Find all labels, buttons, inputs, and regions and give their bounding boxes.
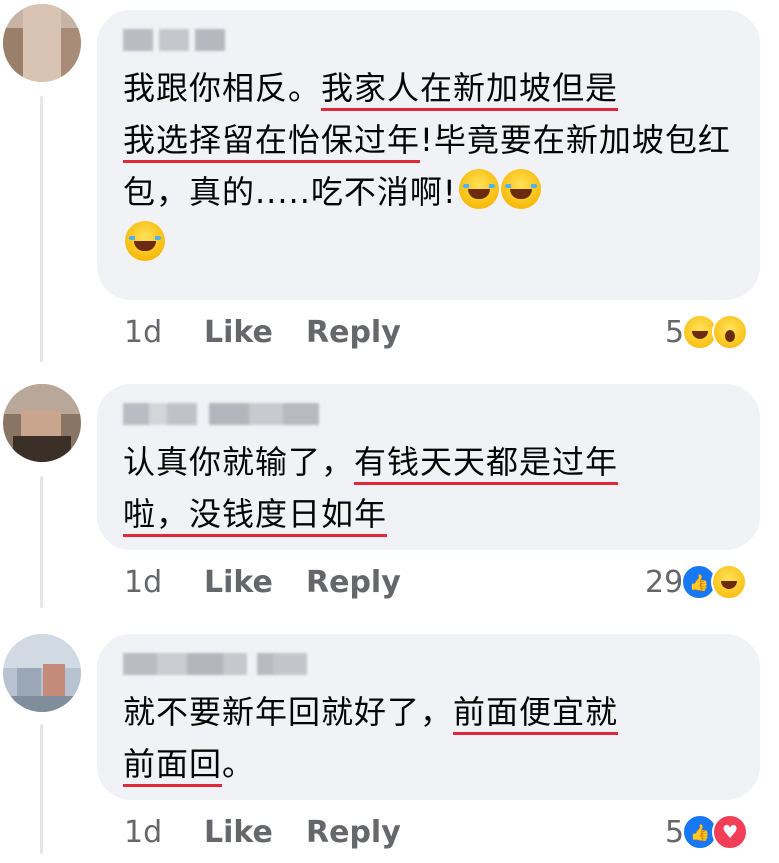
highlighted-text: 前面回 — [123, 745, 223, 783]
thread-line — [40, 724, 43, 854]
commenter-name-blurred[interactable] — [123, 652, 736, 676]
tears-of-joy-emoji — [500, 169, 541, 209]
comment-text-plain: 认真你就输了， — [123, 443, 355, 481]
commenter-name-blurred[interactable] — [123, 28, 736, 52]
avatar[interactable] — [3, 634, 81, 712]
like-button[interactable]: Like — [204, 815, 306, 850]
reaction-summary[interactable]: 29 👍 — [645, 560, 748, 604]
avatar[interactable] — [3, 4, 81, 82]
comment-text-plain: 我跟你相反。 — [123, 69, 322, 107]
like-button[interactable]: Like — [204, 565, 306, 600]
comment-age[interactable]: 1d — [124, 815, 204, 850]
reaction-summary[interactable]: 5 — [665, 310, 749, 354]
like-button[interactable]: Like — [204, 315, 306, 350]
love-reaction-icon: ♥ — [712, 814, 749, 850]
comment-text-plain: 就不要新年回就好了， — [123, 693, 454, 731]
commenter-name-blurred[interactable] — [123, 402, 736, 426]
highlighted-text: 我选择留在怡保过年 — [123, 121, 421, 159]
comment-actions: 1d Like Reply — [124, 810, 401, 854]
tears-of-joy-emoji — [458, 169, 499, 209]
comment-actions: 1d Like Reply — [124, 310, 401, 354]
comment-text-end: 。 — [222, 745, 256, 783]
highlighted-text: 我家人在新加坡但是 — [321, 69, 619, 107]
reply-button[interactable]: Reply — [306, 565, 401, 600]
tears-of-joy-emoji — [125, 221, 165, 261]
comment-bubble: 我跟你相反。我家人在新加坡但是 我选择留在怡保过年!毕竟要在新加坡包红包，真的..… — [97, 10, 760, 300]
comment-text: 认真你就输了，有钱天天都是过年啦，没钱度日如年 — [123, 436, 736, 540]
reply-button[interactable]: Reply — [306, 815, 401, 850]
comment-age[interactable]: 1d — [124, 315, 204, 350]
comment-actions: 1d Like Reply — [124, 560, 401, 604]
highlighted-text: 啦，没钱度日如年 — [123, 495, 388, 533]
thread-line — [40, 96, 43, 362]
comment-age[interactable]: 1d — [124, 565, 204, 600]
thread-line — [40, 476, 43, 608]
reaction-count: 29 — [645, 564, 684, 600]
reaction-summary[interactable]: 5 👍 ♥ — [665, 810, 749, 854]
comment-text: 就不要新年回就好了，前面便宜就前面回。 — [123, 686, 736, 790]
avatar[interactable] — [3, 384, 81, 462]
wow-reaction-icon — [712, 314, 749, 350]
reply-button[interactable]: Reply — [306, 315, 401, 350]
highlighted-text: 前面便宜就 — [453, 693, 619, 731]
comment-bubble: 就不要新年回就好了，前面便宜就前面回。 — [97, 634, 760, 800]
comment-bubble: 认真你就输了，有钱天天都是过年啦，没钱度日如年 — [97, 384, 760, 550]
comment-text: 我跟你相反。我家人在新加坡但是 我选择留在怡保过年!毕竟要在新加坡包红包，真的..… — [123, 62, 736, 270]
highlighted-text: 有钱天天都是过年 — [354, 443, 619, 481]
haha-reaction-icon — [711, 564, 748, 600]
